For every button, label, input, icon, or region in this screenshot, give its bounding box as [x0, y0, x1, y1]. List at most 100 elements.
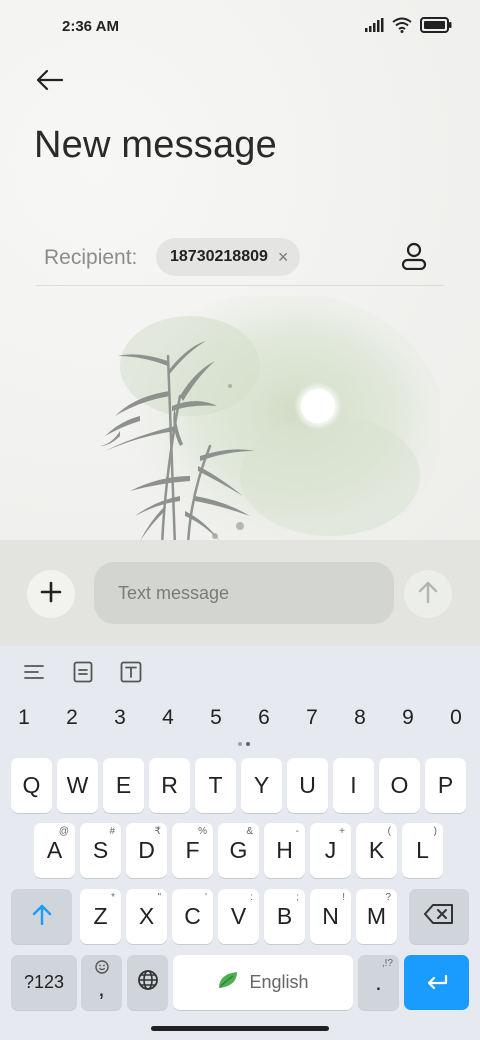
- key-alt-symbol: (: [387, 826, 391, 837]
- attach-button[interactable]: [27, 570, 75, 618]
- key-alt-symbol: ': [205, 892, 207, 903]
- document-icon[interactable]: [69, 658, 97, 686]
- key-label: M: [366, 903, 387, 929]
- key-r[interactable]: R: [149, 758, 190, 813]
- key-u[interactable]: U: [287, 758, 328, 813]
- key-label: C: [184, 903, 201, 929]
- message-input-container: [94, 562, 394, 624]
- key-c[interactable]: ' C: [172, 889, 213, 944]
- number-key[interactable]: 9: [393, 706, 423, 730]
- key-label: G: [229, 837, 248, 863]
- key-alt-symbol: ;: [296, 892, 299, 903]
- language-key[interactable]: [127, 955, 168, 1010]
- number-key[interactable]: 3: [105, 706, 135, 730]
- battery-icon: [420, 17, 452, 38]
- status-time: 2:36 AM: [62, 18, 119, 35]
- key-y[interactable]: Y: [241, 758, 282, 813]
- key-p[interactable]: P: [425, 758, 466, 813]
- key-label: A: [46, 837, 63, 863]
- number-key[interactable]: 4: [153, 706, 183, 730]
- shift-arrow-icon: [32, 903, 52, 931]
- signal-icon: [364, 18, 384, 37]
- status-icons: [364, 17, 452, 38]
- key-z[interactable]: * Z: [80, 889, 121, 944]
- key-t[interactable]: T: [195, 758, 236, 813]
- key-h[interactable]: -H: [264, 823, 305, 878]
- key-s[interactable]: # S: [80, 823, 121, 878]
- recipient-chip[interactable]: 18730218809 ×: [156, 238, 301, 276]
- backspace-icon: [424, 903, 454, 930]
- key-label: Y: [253, 772, 270, 798]
- key-e[interactable]: E: [103, 758, 144, 813]
- key-m[interactable]: ? M: [356, 889, 397, 944]
- key-g[interactable]: & G: [218, 823, 259, 878]
- recipient-label: Recipient:: [44, 246, 138, 269]
- key-label: J: [324, 837, 337, 863]
- number-key[interactable]: 1: [9, 706, 39, 730]
- text-box-icon[interactable]: [117, 658, 145, 686]
- space-label: English: [249, 972, 309, 992]
- number-key[interactable]: 5: [201, 706, 231, 730]
- key-label: Q: [22, 772, 41, 798]
- key-o[interactable]: O: [379, 758, 420, 813]
- key-k[interactable]: (K: [356, 823, 397, 878]
- person-icon: [401, 242, 427, 275]
- key-n[interactable]: ! N: [310, 889, 351, 944]
- key-label: U: [299, 772, 316, 798]
- key-d[interactable]: ₹ D: [126, 823, 167, 878]
- leaf-icon: [217, 969, 239, 996]
- globe-icon: [137, 969, 159, 997]
- key-x[interactable]: " X: [126, 889, 167, 944]
- send-button[interactable]: [404, 570, 452, 618]
- enter-key[interactable]: [404, 955, 469, 1010]
- key-i[interactable]: I: [333, 758, 374, 813]
- lines-icon[interactable]: [20, 658, 48, 686]
- recipient-chip-number: 18730218809: [170, 248, 268, 265]
- bamboo-moon-illustration: [80, 291, 445, 561]
- number-key[interactable]: 0: [441, 706, 471, 730]
- period-label: .: [375, 969, 382, 995]
- key-alt-symbol: ): [433, 826, 437, 837]
- message-input[interactable]: [94, 562, 394, 624]
- remove-recipient-icon[interactable]: ×: [278, 248, 289, 266]
- key-v[interactable]: :V: [218, 889, 259, 944]
- key-q[interactable]: Q: [11, 758, 52, 813]
- number-key[interactable]: 2: [57, 706, 87, 730]
- period-key[interactable]: ,!?.: [358, 955, 399, 1010]
- key-label: R: [161, 772, 178, 798]
- symbols-key[interactable]: ?123: [11, 955, 77, 1010]
- key-b[interactable]: ; B: [264, 889, 305, 944]
- number-key[interactable]: 7: [297, 706, 327, 730]
- key-alt-symbol: +: [339, 826, 345, 837]
- key-alt-symbol: :: [250, 892, 253, 903]
- period-alt-symbols: ,!?: [381, 958, 393, 969]
- number-key[interactable]: 6: [249, 706, 279, 730]
- key-w[interactable]: W: [57, 758, 98, 813]
- comma-key[interactable]: ,: [81, 955, 122, 1010]
- screen: 2: 3 6 A M New message Recipient: 187302188…: [0, 0, 480, 1040]
- key-alt-symbol: ?: [385, 892, 391, 903]
- key-label: O: [390, 772, 409, 798]
- key-l[interactable]: ) L: [402, 823, 443, 878]
- contacts-button[interactable]: [396, 238, 432, 278]
- home-indicator[interactable]: [151, 1026, 329, 1031]
- key-a[interactable]: @ A: [34, 823, 75, 878]
- key-label: E: [115, 772, 132, 798]
- key-alt-symbol: ₹: [154, 826, 161, 837]
- key-label: B: [276, 903, 293, 929]
- key-alt-symbol: ": [157, 892, 161, 903]
- backspace-key[interactable]: [409, 889, 469, 944]
- message-background: 2:36 AM New message Recipient: 187302188…: [0, 0, 480, 561]
- key-label: H: [276, 837, 293, 863]
- key-label: Z: [93, 903, 108, 929]
- key-f[interactable]: % F: [172, 823, 213, 878]
- key-j[interactable]: + J: [310, 823, 351, 878]
- key-label: F: [185, 837, 200, 863]
- back-button[interactable]: [30, 62, 70, 102]
- space-key[interactable]: English: [173, 955, 353, 1010]
- number-key[interactable]: 8: [345, 706, 375, 730]
- key-label: W: [66, 772, 89, 798]
- recipient-row: Recipient: 18730218809 ×: [36, 234, 444, 286]
- shift-key[interactable]: [11, 889, 72, 944]
- wifi-icon: [392, 17, 412, 38]
